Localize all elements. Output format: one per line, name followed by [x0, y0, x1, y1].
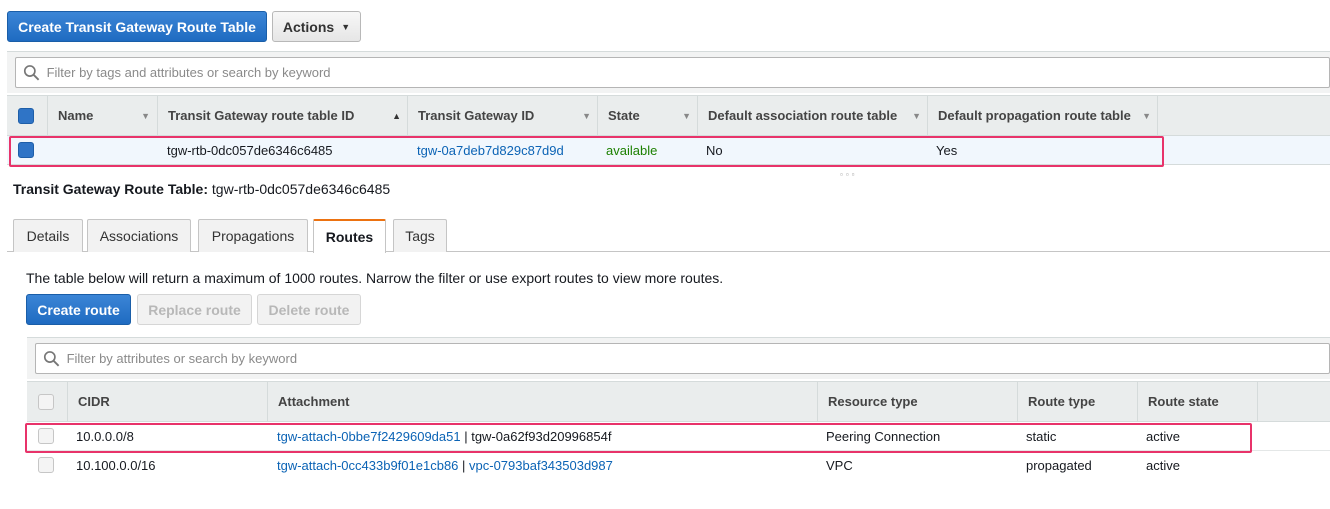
row-route-state: active [1146, 428, 1180, 444]
attachment-link[interactable]: tgw-attach-0bbe7f2429609da51 [277, 429, 461, 444]
row-checkbox[interactable] [38, 457, 54, 473]
row-cidr: 10.100.0.0/16 [76, 458, 156, 473]
actions-button[interactable]: Actions ▼ [272, 11, 361, 42]
row-checkbox[interactable] [38, 428, 54, 444]
table-row[interactable]: tgw-rtb-0dc057de6346c6485 tgw-0a7deb7d82… [7, 136, 1330, 165]
tab-tags[interactable]: Tags [393, 219, 447, 252]
create-route-button[interactable]: Create route [26, 294, 131, 325]
attachment-resource: tgw-0a62f93d20996854f [471, 428, 612, 444]
row-state: available [606, 142, 658, 158]
tab-propagations[interactable]: Propagations [198, 219, 308, 252]
chevron-down-icon: ▼ [341, 21, 351, 32]
attachment-separator: | [458, 458, 470, 473]
select-all-checkbox[interactable] [38, 394, 54, 410]
row-attachment: tgw-attach-0cc433b9f01e1cb86 | vpc-0793b… [277, 451, 613, 480]
attachment-resource-link[interactable]: vpc-0793baf343503d987 [469, 458, 613, 473]
create-route-table-button[interactable]: Create Transit Gateway Route Table [7, 11, 267, 42]
column-header-route-type: Route type [1017, 382, 1137, 421]
routes-search-input[interactable] [66, 351, 1329, 366]
row-checkbox[interactable] [18, 142, 34, 158]
row-tgw-id-link[interactable]: tgw-0a7deb7d829c87d9d [417, 136, 564, 164]
column-header-route-table-id[interactable]: Transit Gateway route table ID ▲ [157, 96, 407, 135]
select-all-checkbox[interactable] [18, 108, 34, 124]
routes-header: CIDR Attachment Resource type Route type… [27, 381, 1330, 422]
routes-search-box[interactable] [35, 343, 1330, 374]
column-header-default-association[interactable]: Default association route table ▼ [697, 96, 927, 135]
table-row[interactable]: 10.100.0.0/16 tgw-attach-0cc433b9f01e1cb… [27, 451, 1330, 480]
column-header-tgw-id[interactable]: Transit Gateway ID ▼ [407, 96, 597, 135]
detail-title: Transit Gateway Route Table: tgw-rtb-0dc… [13, 181, 390, 197]
resize-handle[interactable]: ▫▫▫ [840, 170, 858, 179]
table-row[interactable]: 10.0.0.0/8 tgw-attach-0bbe7f2429609da51 … [27, 422, 1330, 451]
column-header-spacer [1157, 96, 1330, 135]
routes-notice: The table below will return a maximum of… [26, 270, 724, 286]
replace-route-button[interactable]: Replace route [137, 294, 252, 325]
column-header-attachment: Attachment [267, 382, 817, 421]
row-cidr: 10.0.0.0/8 [76, 428, 134, 444]
actions-label: Actions [282, 18, 335, 35]
sort-icon: ▼ [912, 110, 921, 121]
top-search-box[interactable] [15, 57, 1330, 88]
sort-ascending-icon: ▲ [392, 110, 401, 121]
detail-title-value: tgw-rtb-0dc057de6346c6485 [211, 181, 391, 197]
row-route-state: active [1146, 458, 1180, 473]
column-header-route-state: Route state [1137, 382, 1257, 421]
column-header-state[interactable]: State ▼ [597, 96, 697, 135]
row-attachment: tgw-attach-0bbe7f2429609da51 | tgw-0a62f… [277, 422, 611, 450]
search-icon [23, 64, 40, 80]
tab-associations[interactable]: Associations [87, 219, 191, 252]
search-icon [43, 350, 60, 366]
row-route-type: propagated [1026, 458, 1092, 473]
row-resource-type: VPC [826, 458, 853, 473]
sort-icon: ▼ [682, 110, 691, 121]
detail-title-label: Transit Gateway Route Table: [13, 181, 209, 197]
delete-route-button[interactable]: Delete route [257, 294, 361, 325]
sort-icon: ▼ [141, 110, 150, 121]
row-route-type: static [1026, 428, 1057, 444]
row-default-association: No [706, 142, 723, 158]
column-header-spacer [1257, 382, 1330, 421]
attachment-separator: | [460, 428, 472, 444]
row-route-table-id: tgw-rtb-0dc057de6346c6485 [167, 142, 333, 158]
tab-routes[interactable]: Routes [313, 219, 386, 253]
attachment-link[interactable]: tgw-attach-0cc433b9f01e1cb86 [277, 458, 458, 473]
route-tables-header: Name ▼ Transit Gateway route table ID ▲ Tr… [7, 95, 1330, 136]
column-header-cidr: CIDR [67, 382, 267, 421]
top-search-input[interactable] [46, 65, 1329, 80]
column-header-default-propagation[interactable]: Default propagation route table ▼ [927, 96, 1157, 135]
column-header-name[interactable]: Name ▼ [47, 96, 156, 135]
tab-details[interactable]: Details [13, 219, 83, 252]
row-default-propagation: Yes [936, 142, 958, 158]
sort-icon: ▼ [582, 110, 591, 121]
row-resource-type: Peering Connection [826, 428, 941, 444]
sort-icon: ▼ [1142, 110, 1151, 121]
column-header-resource-type: Resource type [817, 382, 1017, 421]
